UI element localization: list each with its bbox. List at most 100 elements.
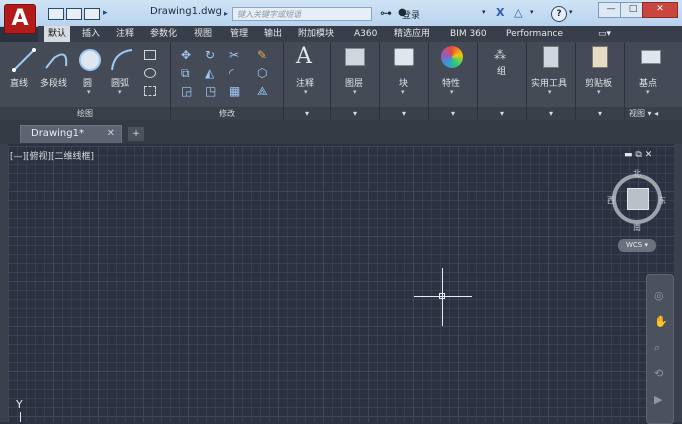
draw-panel-label[interactable]: 绘图 (0, 107, 170, 120)
scale-icon[interactable]: ◳ (205, 84, 216, 98)
ucs-y-axis (20, 412, 21, 422)
compass-east[interactable]: 东 (658, 195, 666, 206)
wcs-menu[interactable]: WCS ▾ (618, 239, 656, 252)
annotation-dropdown-icon[interactable]: ▾ (304, 88, 308, 96)
polyline-icon[interactable] (44, 48, 70, 72)
color-wheel-icon[interactable] (441, 46, 463, 68)
mirror-icon[interactable]: ◭ (205, 66, 214, 80)
tab-manage[interactable]: 管理 (226, 26, 252, 42)
basepoint-dropdown-icon[interactable]: ▾ (646, 88, 650, 96)
save-icon[interactable] (84, 8, 100, 20)
line-button[interactable]: 直线 (10, 76, 28, 89)
block-icon[interactable] (394, 48, 414, 66)
circle-dropdown-icon[interactable]: ▾ (87, 88, 91, 96)
text-icon[interactable]: A (296, 44, 312, 69)
properties-dropdown-icon[interactable]: ▾ (450, 88, 454, 96)
groups-panel-footer[interactable]: ▾ (478, 107, 526, 120)
more-tools-icon[interactable]: ▸ (103, 8, 108, 18)
tab-addins[interactable]: 附加模块 (294, 26, 338, 42)
pan-icon[interactable]: ✋ (654, 315, 668, 328)
showmotion-icon[interactable]: ▶ (654, 393, 662, 406)
annotation-panel-footer[interactable]: ▾ (284, 107, 330, 120)
ribbon-options-icon[interactable]: ▭▾ (594, 26, 615, 42)
viewport-window-controls[interactable]: ▬ ⧉ ✕ (624, 150, 652, 160)
explode-icon[interactable]: ⬡ (257, 66, 267, 80)
a360-icon[interactable]: △ (514, 6, 522, 19)
steering-wheel-icon[interactable]: ◎ (654, 289, 664, 302)
copy-icon[interactable]: ⧉ (181, 66, 190, 81)
properties-panel: 特性 ▾ ▾ (429, 42, 478, 120)
tab-parametric[interactable]: 参数化 (146, 26, 181, 42)
layers-dropdown-icon[interactable]: ▾ (353, 88, 357, 96)
drawing-grid-major (8, 146, 674, 422)
tab-output[interactable]: 输出 (260, 26, 286, 42)
viewport-restore-icon[interactable]: ⧉ (635, 150, 641, 160)
zoom-icon[interactable]: ⌕ (654, 341, 660, 355)
orbit-icon[interactable]: ⟲ (654, 367, 663, 380)
trim-icon[interactable]: ✂ (229, 48, 239, 62)
new-file-icon[interactable] (48, 8, 64, 20)
compass-west[interactable]: 西 (607, 195, 615, 206)
block-panel-footer[interactable]: ▾ (380, 107, 428, 120)
search-expand-icon[interactable]: ▸ (224, 9, 228, 18)
login-button[interactable]: 登录 (402, 8, 420, 21)
block-dropdown-icon[interactable]: ▾ (401, 88, 405, 96)
rectangle-icon[interactable] (144, 50, 156, 60)
a360-dropdown-icon[interactable]: ▾ (530, 8, 534, 16)
circle-icon[interactable] (78, 48, 102, 72)
tab-view[interactable]: 视图 (190, 26, 216, 42)
help-button[interactable]: ? (551, 6, 567, 22)
tab-insert[interactable]: 插入 (78, 26, 104, 42)
tab-home[interactable]: 默认 (44, 26, 71, 42)
group-icon[interactable]: ⁂ (494, 48, 506, 62)
search-input[interactable]: 键入关键字或短语 (232, 7, 372, 21)
close-window-button[interactable]: ✕ (642, 2, 678, 18)
stretch-icon[interactable]: ◲ (181, 84, 192, 98)
help-dropdown-icon[interactable]: ▾ (569, 8, 573, 16)
offset-icon[interactable]: ⟁ (257, 84, 268, 99)
array-icon[interactable]: ▦ (229, 84, 240, 98)
tab-bim360[interactable]: BIM 360 (446, 26, 491, 42)
arc-icon[interactable] (110, 48, 134, 72)
modify-panel-label[interactable]: 修改 (171, 107, 283, 120)
compass-north[interactable]: 北 (633, 168, 641, 179)
utilities-dropdown-icon[interactable]: ▾ (548, 88, 552, 96)
viewcube-top-face[interactable] (627, 188, 649, 210)
fillet-icon[interactable]: ◜ (229, 66, 234, 80)
properties-panel-footer[interactable]: ▾ (429, 107, 477, 120)
new-tab-button[interactable]: + (128, 127, 144, 141)
open-file-icon[interactable] (66, 8, 82, 20)
binoculars-icon[interactable]: ⊶ (380, 6, 392, 20)
tab-annotate[interactable]: 注释 (112, 26, 138, 42)
move-icon[interactable]: ✥ (181, 48, 191, 62)
view-panel-label[interactable]: 视图 ▾ ◂ (625, 107, 682, 120)
calculator-icon[interactable] (543, 46, 559, 68)
close-tab-icon[interactable]: ✕ (107, 128, 115, 139)
rotate-icon[interactable]: ↻ (205, 48, 215, 62)
hatch-icon[interactable] (144, 86, 156, 96)
line-icon[interactable] (12, 48, 36, 72)
arc-dropdown-icon[interactable]: ▾ (118, 88, 122, 96)
groups-button[interactable]: 组 (497, 64, 506, 77)
tab-performance[interactable]: Performance (502, 26, 567, 42)
compass-south[interactable]: 南 (633, 222, 641, 233)
clipboard-dropdown-icon[interactable]: ▾ (597, 88, 601, 96)
layers-icon[interactable] (345, 48, 365, 66)
clipboard-panel-footer[interactable]: ▾ (576, 107, 624, 120)
basepoint-icon[interactable] (641, 50, 661, 64)
viewport-close-icon[interactable]: ✕ (645, 150, 653, 160)
viewport-controls-label[interactable]: [—][俯视][二维线框] (10, 149, 94, 162)
clipboard-icon[interactable] (592, 46, 608, 68)
exchange-icon[interactable]: X (496, 6, 504, 19)
tab-a360[interactable]: A360 (350, 26, 381, 42)
utilities-panel-footer[interactable]: ▾ (527, 107, 575, 120)
document-tab[interactable]: Drawing1* ✕ (20, 125, 122, 143)
viewport-minimize-icon[interactable]: ▬ (624, 150, 633, 160)
ellipse-icon[interactable] (144, 68, 156, 78)
tab-featured-apps[interactable]: 精选应用 (390, 26, 434, 42)
polyline-button[interactable]: 多段线 (40, 76, 67, 89)
application-menu-button[interactable]: A (4, 4, 36, 34)
layers-panel-footer[interactable]: ▾ (331, 107, 379, 120)
login-dropdown-icon[interactable]: ▾ (482, 8, 486, 16)
erase-icon[interactable]: ✎ (257, 48, 267, 62)
